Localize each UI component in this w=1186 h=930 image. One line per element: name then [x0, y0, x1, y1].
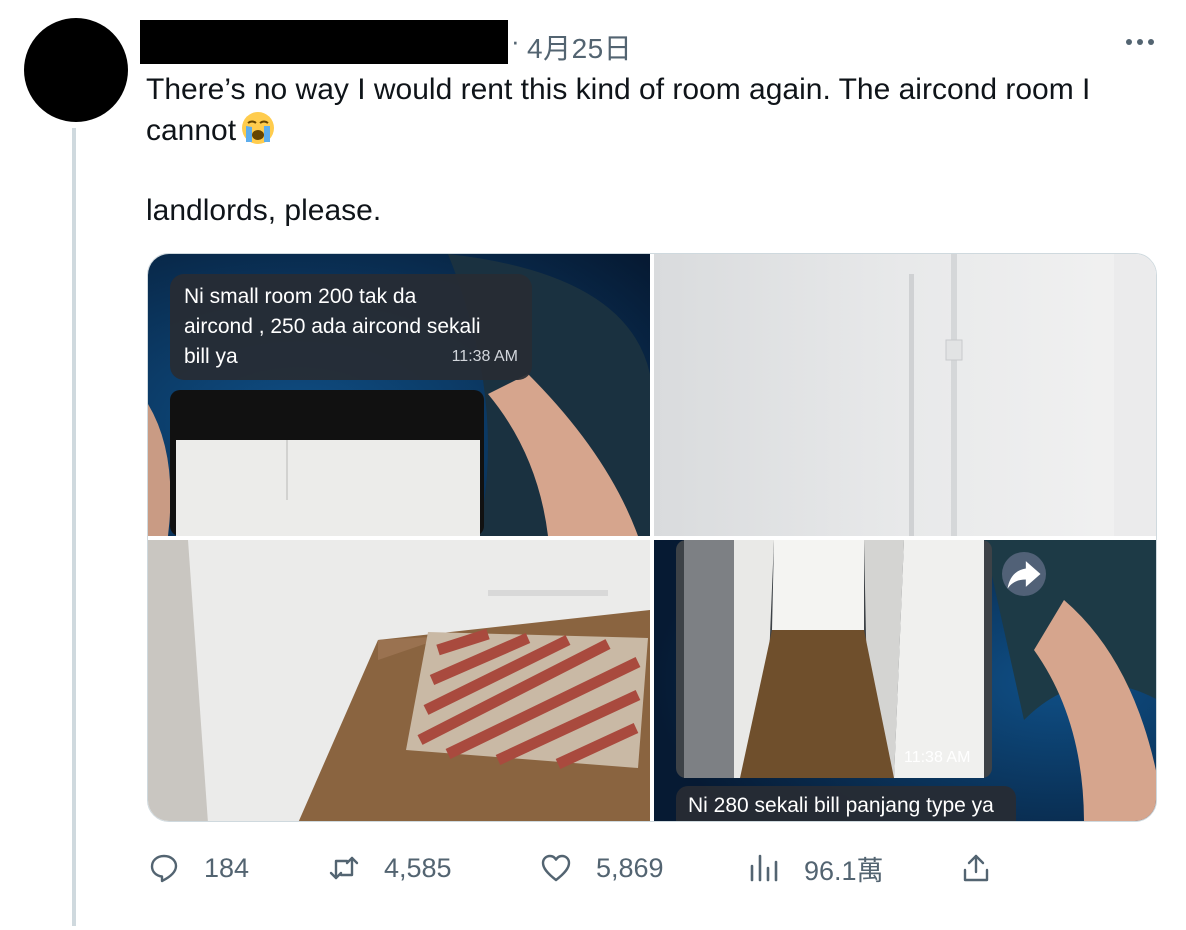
chat-message-line-1: Ni small room 200 tak da	[184, 285, 417, 308]
image-time-label: 11:38 AM	[904, 749, 971, 766]
chat-message-bubble: Ni small room 200 tak da aircond , 250 a…	[170, 274, 532, 380]
forward-arrow-icon[interactable]	[1002, 552, 1046, 596]
tweet-line-2: cannot	[146, 110, 1156, 151]
retweet-count: 4,585	[384, 852, 452, 883]
tweet-text: There’s no way I would rent this kind of…	[146, 70, 1156, 231]
tweet-timestamp[interactable]: 4月25日	[527, 27, 632, 67]
media-grid: Ni small room 200 tak da aircond , 250 a…	[147, 253, 1157, 822]
heart-icon	[541, 854, 571, 882]
like-button[interactable]: 5,869	[540, 846, 664, 890]
narrow-room-chat-photo	[654, 540, 1156, 821]
retweet-button[interactable]: 4,585	[328, 846, 452, 890]
share-button[interactable]	[960, 846, 992, 890]
chat-caption-bubble: Ni 280 sekali bill panjang type ya	[676, 786, 1016, 821]
tweet-line-1: There’s no way I would rent this kind of…	[146, 73, 1091, 106]
tweet-actions-bar: 184 4,585 5,869 96.1萬	[0, 846, 1186, 890]
share-icon	[963, 854, 989, 882]
chat-caption-text: Ni 280 sekali bill panjang type ya	[688, 794, 994, 817]
media-image-2[interactable]	[654, 254, 1156, 536]
reply-button[interactable]: 184	[148, 846, 249, 890]
avatar[interactable]	[24, 18, 128, 122]
reply-count: 184	[204, 852, 250, 883]
reply-icon	[150, 854, 178, 883]
more-options-icon[interactable]	[1118, 30, 1162, 54]
retweet-icon	[329, 856, 359, 880]
views-count: 96.1萬	[804, 855, 884, 886]
chat-message-line-2: aircond , 250 ada aircond sekali	[184, 315, 481, 338]
tweet-line-2-text: cannot	[146, 114, 237, 147]
thread-line	[72, 128, 76, 926]
views-chart-icon	[750, 854, 778, 882]
like-count: 5,869	[596, 852, 664, 883]
small-room-mattress-photo	[148, 540, 650, 821]
chat-message-time: 11:38 AM	[451, 348, 518, 365]
separator-dot: ·	[511, 26, 520, 56]
media-image-3[interactable]	[148, 540, 650, 821]
views-button[interactable]: 96.1萬	[748, 846, 884, 890]
media-image-1[interactable]: Ni small room 200 tak da aircond , 250 a…	[148, 254, 650, 536]
media-image-4[interactable]: 11:38 AM Ni 280 sekali bill panjang type…	[654, 540, 1156, 821]
empty-room-wall-photo	[654, 254, 1156, 536]
author-name-redacted[interactable]	[140, 20, 508, 64]
loudly-crying-face-icon	[242, 112, 275, 144]
tweet-line-3: landlords, please.	[146, 194, 382, 227]
